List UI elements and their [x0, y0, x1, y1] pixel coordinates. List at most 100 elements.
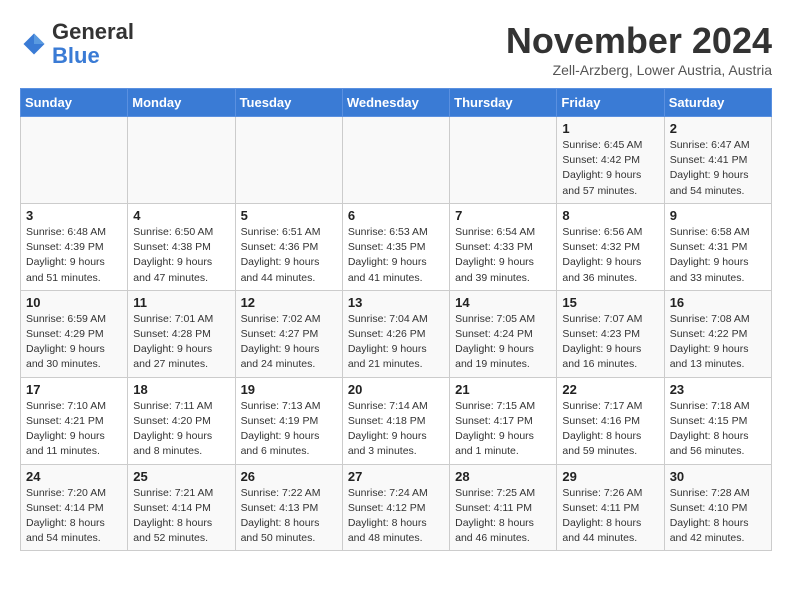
calendar-cell: 20Sunrise: 7:14 AM Sunset: 4:18 PM Dayli…	[342, 377, 449, 464]
calendar-cell: 4 Sunrise: 6:50 AM Sunset: 4:38 PM Daylig…	[128, 203, 235, 290]
day-number: 6	[348, 208, 444, 223]
day-info: Sunrise: 6:51 AM Sunset: 4:36 PM Dayligh…	[241, 225, 337, 286]
day-info: Sunrise: 7:15 AM Sunset: 4:17 PM Dayligh…	[455, 399, 551, 460]
day-info: Sunrise: 6:48 AM Sunset: 4:39 PM Dayligh…	[26, 225, 122, 286]
calendar-week-row: 1 Sunrise: 6:45 AM Sunset: 4:42 PM Daylig…	[21, 117, 772, 204]
day-number: 4	[133, 208, 229, 223]
day-number: 21	[455, 382, 551, 397]
day-number: 30	[670, 469, 766, 484]
calendar-cell: 17 Sunrise: 7:10 AM Sunset: 4:21 PM Dayli…	[21, 377, 128, 464]
header-sunday: Sunday	[21, 89, 128, 117]
day-info: Sunrise: 7:18 AM Sunset: 4:15 PM Dayligh…	[670, 399, 766, 460]
day-number: 13	[348, 295, 444, 310]
day-info: Sunrise: 7:05 AM Sunset: 4:24 PM Dayligh…	[455, 312, 551, 373]
header-thursday: Thursday	[450, 89, 557, 117]
calendar-cell: 8Sunrise: 6:56 AM Sunset: 4:32 PM Daylig…	[557, 203, 664, 290]
day-info: Sunrise: 7:11 AM Sunset: 4:20 PM Dayligh…	[133, 399, 229, 460]
calendar-week-row: 10 Sunrise: 6:59 AM Sunset: 4:29 PM Dayli…	[21, 290, 772, 377]
calendar-header-row: Sunday Monday Tuesday Wednesday Thursday…	[21, 89, 772, 117]
day-info: Sunrise: 6:50 AM Sunset: 4:38 PM Dayligh…	[133, 225, 229, 286]
day-info: Sunrise: 6:59 AM Sunset: 4:29 PM Dayligh…	[26, 312, 122, 373]
location-title: Zell-Arzberg, Lower Austria, Austria	[506, 62, 772, 78]
calendar-cell: 11 Sunrise: 7:01 AM Sunset: 4:28 PM Dayli…	[128, 290, 235, 377]
day-number: 8	[562, 208, 658, 223]
day-number: 10	[26, 295, 122, 310]
day-info: Sunrise: 6:54 AM Sunset: 4:33 PM Dayligh…	[455, 225, 551, 286]
day-info: Sunrise: 7:10 AM Sunset: 4:21 PM Dayligh…	[26, 399, 122, 460]
calendar-cell: 22 Sunrise: 7:17 AM Sunset: 4:16 PM Dayli…	[557, 377, 664, 464]
day-number: 20	[348, 382, 444, 397]
day-number: 29	[562, 469, 658, 484]
calendar-cell: 6Sunrise: 6:53 AM Sunset: 4:35 PM Daylig…	[342, 203, 449, 290]
day-info: Sunrise: 7:01 AM Sunset: 4:28 PM Dayligh…	[133, 312, 229, 373]
calendar-cell: 12 Sunrise: 7:02 AM Sunset: 4:27 PM Dayli…	[235, 290, 342, 377]
day-number: 12	[241, 295, 337, 310]
day-info: Sunrise: 7:26 AM Sunset: 4:11 PM Dayligh…	[562, 486, 658, 547]
day-info: Sunrise: 7:07 AM Sunset: 4:23 PM Dayligh…	[562, 312, 658, 373]
day-number: 24	[26, 469, 122, 484]
calendar-cell: 3 Sunrise: 6:48 AM Sunset: 4:39 PM Daylig…	[21, 203, 128, 290]
header-saturday: Saturday	[664, 89, 771, 117]
calendar-cell: 14Sunrise: 7:05 AM Sunset: 4:24 PM Dayli…	[450, 290, 557, 377]
day-number: 19	[241, 382, 337, 397]
calendar-cell	[342, 117, 449, 204]
calendar-week-row: 17 Sunrise: 7:10 AM Sunset: 4:21 PM Dayli…	[21, 377, 772, 464]
month-title: November 2024	[506, 20, 772, 62]
calendar-cell: 23 Sunrise: 7:18 AM Sunset: 4:15 PM Dayli…	[664, 377, 771, 464]
header-wednesday: Wednesday	[342, 89, 449, 117]
day-info: Sunrise: 7:02 AM Sunset: 4:27 PM Dayligh…	[241, 312, 337, 373]
day-number: 5	[241, 208, 337, 223]
logo-text: General Blue	[52, 20, 134, 68]
header-friday: Friday	[557, 89, 664, 117]
day-number: 23	[670, 382, 766, 397]
calendar-cell: 15 Sunrise: 7:07 AM Sunset: 4:23 PM Dayli…	[557, 290, 664, 377]
calendar-cell	[450, 117, 557, 204]
day-number: 25	[133, 469, 229, 484]
calendar-week-row: 3 Sunrise: 6:48 AM Sunset: 4:39 PM Daylig…	[21, 203, 772, 290]
day-number: 9	[670, 208, 766, 223]
calendar-cell: 10 Sunrise: 6:59 AM Sunset: 4:29 PM Dayli…	[21, 290, 128, 377]
day-number: 17	[26, 382, 122, 397]
day-number: 15	[562, 295, 658, 310]
day-info: Sunrise: 6:45 AM Sunset: 4:42 PM Dayligh…	[562, 138, 658, 199]
day-number: 27	[348, 469, 444, 484]
day-info: Sunrise: 6:58 AM Sunset: 4:31 PM Dayligh…	[670, 225, 766, 286]
day-info: Sunrise: 7:04 AM Sunset: 4:26 PM Dayligh…	[348, 312, 444, 373]
calendar-cell: 24 Sunrise: 7:20 AM Sunset: 4:14 PM Dayli…	[21, 464, 128, 551]
day-number: 28	[455, 469, 551, 484]
calendar-cell: 5 Sunrise: 6:51 AM Sunset: 4:36 PM Daylig…	[235, 203, 342, 290]
day-number: 2	[670, 121, 766, 136]
day-number: 3	[26, 208, 122, 223]
header-tuesday: Tuesday	[235, 89, 342, 117]
day-info: Sunrise: 7:17 AM Sunset: 4:16 PM Dayligh…	[562, 399, 658, 460]
calendar-cell: 21 Sunrise: 7:15 AM Sunset: 4:17 PM Dayli…	[450, 377, 557, 464]
day-info: Sunrise: 7:08 AM Sunset: 4:22 PM Dayligh…	[670, 312, 766, 373]
day-info: Sunrise: 7:22 AM Sunset: 4:13 PM Dayligh…	[241, 486, 337, 547]
calendar-cell: 26Sunrise: 7:22 AM Sunset: 4:13 PM Dayli…	[235, 464, 342, 551]
day-number: 7	[455, 208, 551, 223]
page-header: General Blue November 2024 Zell-Arzberg,…	[20, 20, 772, 78]
logo-icon	[20, 30, 48, 58]
logo: General Blue	[20, 20, 134, 68]
calendar-cell: 28 Sunrise: 7:25 AM Sunset: 4:11 PM Dayli…	[450, 464, 557, 551]
day-number: 1	[562, 121, 658, 136]
day-number: 18	[133, 382, 229, 397]
calendar-cell: 18 Sunrise: 7:11 AM Sunset: 4:20 PM Dayli…	[128, 377, 235, 464]
calendar-cell: 30 Sunrise: 7:28 AM Sunset: 4:10 PM Dayli…	[664, 464, 771, 551]
calendar-cell: 9 Sunrise: 6:58 AM Sunset: 4:31 PM Daylig…	[664, 203, 771, 290]
header-monday: Monday	[128, 89, 235, 117]
calendar-cell: 13 Sunrise: 7:04 AM Sunset: 4:26 PM Dayli…	[342, 290, 449, 377]
day-info: Sunrise: 7:28 AM Sunset: 4:10 PM Dayligh…	[670, 486, 766, 547]
day-number: 16	[670, 295, 766, 310]
day-number: 11	[133, 295, 229, 310]
day-info: Sunrise: 7:25 AM Sunset: 4:11 PM Dayligh…	[455, 486, 551, 547]
day-info: Sunrise: 7:20 AM Sunset: 4:14 PM Dayligh…	[26, 486, 122, 547]
calendar-cell: 7 Sunrise: 6:54 AM Sunset: 4:33 PM Daylig…	[450, 203, 557, 290]
calendar-week-row: 24 Sunrise: 7:20 AM Sunset: 4:14 PM Dayli…	[21, 464, 772, 551]
day-number: 22	[562, 382, 658, 397]
calendar-cell: 16 Sunrise: 7:08 AM Sunset: 4:22 PM Dayli…	[664, 290, 771, 377]
calendar-cell: 29 Sunrise: 7:26 AM Sunset: 4:11 PM Dayli…	[557, 464, 664, 551]
calendar-cell: 27Sunrise: 7:24 AM Sunset: 4:12 PM Dayli…	[342, 464, 449, 551]
day-info: Sunrise: 7:21 AM Sunset: 4:14 PM Dayligh…	[133, 486, 229, 547]
calendar-cell: 1 Sunrise: 6:45 AM Sunset: 4:42 PM Daylig…	[557, 117, 664, 204]
